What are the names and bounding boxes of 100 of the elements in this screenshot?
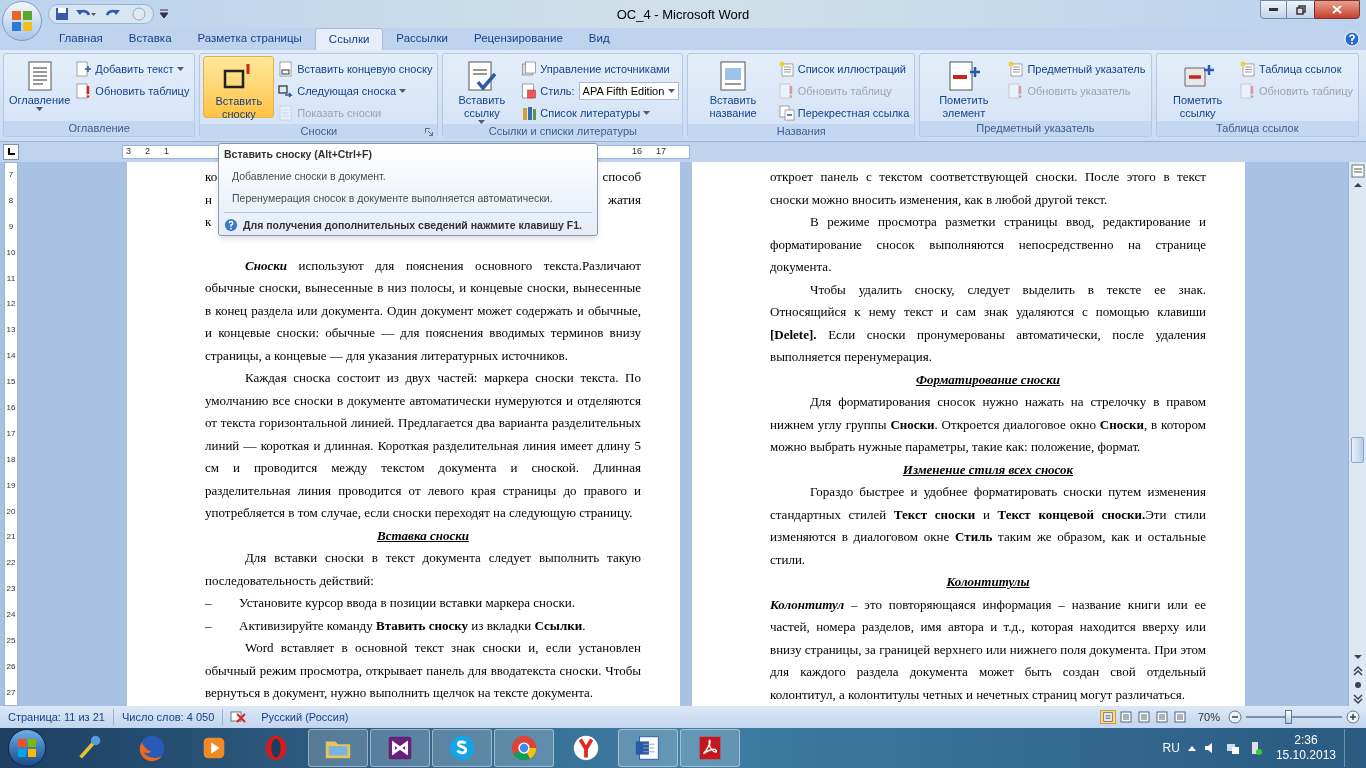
group-label: Сноски	[300, 124, 338, 140]
office-button[interactable]	[2, 1, 42, 41]
ruler-number: 3	[126, 145, 131, 159]
ribbon-tab[interactable]: Рецензирование	[461, 28, 576, 50]
y-shape-icon	[571, 733, 601, 763]
next-arrow-icon	[278, 83, 295, 99]
ribbon-button[interactable]: Следующая сноска	[276, 81, 409, 101]
ribbon-tab[interactable]: Главная	[46, 28, 116, 50]
word-count[interactable]: Число слов: 4 050	[113, 708, 224, 726]
group-label: Ссылки и списки литературы	[488, 124, 637, 140]
caret-icon	[643, 111, 651, 115]
ruler-number: 25	[6, 635, 16, 648]
style-dropdown[interactable]: APA Fifth Edition	[578, 82, 680, 100]
ribbon-button[interactable]: Стиль:	[519, 81, 577, 101]
view-mode-icon[interactable]	[1135, 710, 1152, 724]
ruler-number: 11	[6, 272, 16, 285]
view-mode-icon[interactable]	[1171, 710, 1188, 724]
paragraph: Для вставки сноски в текст документа следует выполнить такую последовательность действий:	[205, 549, 641, 590]
paragraph: В режиме просмотра разметки страницы ввод, редактирование и форматирование сносок выполняются непосредственно на странице документа.	[770, 213, 1206, 276]
taskbar-button[interactable]	[618, 729, 678, 767]
ruler-number: 13	[6, 324, 16, 337]
language-indicator[interactable]: Русский (Россия)	[253, 708, 357, 726]
ribbon-tab[interactable]: Вставка	[115, 28, 185, 50]
update-icon	[778, 83, 795, 99]
ruler-number: 7	[8, 169, 14, 181]
ribbon-button[interactable]: Список иллюстраций	[776, 59, 908, 79]
circle-segments-icon	[509, 733, 539, 763]
group-label: Таблица ссылок	[1215, 121, 1299, 137]
close-icon	[1332, 5, 1342, 14]
page-count[interactable]: Страница: 11 из 21	[0, 708, 114, 726]
ruler-number: 1	[164, 145, 170, 159]
paragraph: Колонтитул – это повторяющаяся информация – название книги или ее частей, номера разделов, имя автора и т.д., которая находится вверху или внизу страницы, за границей верхнего или нижнего поля документа. При этом для каждого раздела документа может быть создан свой отдельный колонтитул, а колонтитулы четных и нечетных страниц могут различаться.	[770, 595, 1206, 704]
tab-selector[interactable]	[3, 144, 19, 160]
tooltip-help-text: Для получения дополнительных сведений нажмите клавишу F1.	[243, 218, 582, 232]
tooltip-text: Добавление сноски в документ.	[232, 170, 387, 183]
save-icon[interactable]	[55, 7, 69, 21]
list-item-text: Установите курсор ввода в позиции вставки маркера сноски.	[239, 594, 576, 612]
ribbon-button[interactable]: Управление источниками	[519, 59, 672, 79]
close-button[interactable]	[1314, 0, 1360, 19]
list-dash: –	[205, 616, 213, 635]
restore-button[interactable]	[1287, 0, 1314, 19]
ribbon-large-button[interactable]: Пометить ссылку	[1159, 56, 1236, 118]
ribbon-button[interactable]: Добавить текст	[74, 59, 186, 79]
ribbon-large-button[interactable]: Пометить элемент	[923, 56, 1005, 118]
spelling-check-icon[interactable]	[229, 710, 248, 724]
paragraph: Каждая сноска состоит из двух частей: маркера сноски текста. По умолчанию все сноски в документе автоматически нумеруются и отделяются от текста горизонтальной линией. Предлагается два варианта разделительных линий — короткая и длинная. Короткая разделительная линия имеет длину 5 см и проводится между текстом документа и сноской. Длинная разделительная линия проводится от левого края страницы до правого и употребляется в том случае, если сноски переходят на следующую страницу.	[205, 369, 641, 522]
view-mode-icon[interactable]	[1153, 710, 1170, 724]
help-icon	[224, 218, 238, 232]
next-page-icon[interactable]	[1350, 692, 1365, 706]
globe-icon	[137, 733, 167, 763]
ribbon-button[interactable]: Вставить концевую сноску	[276, 59, 435, 79]
paragraph: Word вставляет в основной текст знак сноски и, если установлен обычный режим просмотра, открывает панель для вводатекста сноски. Чтобы вернуться в документ, нужно выполнить щелчок на тексте документа.	[205, 639, 641, 702]
paragraph: Чтобы удалить сноску, следует выделить в тексте ее знак. Относящийся к нему текст и сам знак удаляются с помощью клавиши [Delete]. Если сноски пронумерованы автоматически, после удаления выполняется перенумерация.	[770, 280, 1206, 366]
text-fragment: способ	[602, 168, 641, 186]
input-language[interactable]: RU	[1162, 739, 1180, 757]
zoom-slider-thumb[interactable]	[1285, 710, 1293, 724]
zoom-slider[interactable]	[1246, 710, 1342, 724]
view-mode-icon[interactable]	[1099, 710, 1116, 724]
taskbar-button[interactable]	[370, 729, 430, 767]
ribbon-large-button[interactable]: Вставить сноску	[203, 56, 275, 118]
scroll-thumb[interactable]	[1351, 437, 1364, 463]
ribbon-button[interactable]: Таблица ссылок	[1237, 59, 1344, 79]
ribbon-button[interactable]: Обновить таблицу	[74, 81, 192, 101]
customize-toolbar-icon[interactable]	[160, 9, 168, 19]
ribbon-tab[interactable]: Разметка страницы	[184, 28, 315, 50]
paragraph: Гораздо быстрее и удобнее форматировать сноски путем изменения стандартных стилей Текст сноски и Текст концевой сноски.Эти стили изменяются в диалоговом окне Стиль таким же образом, как и остальные стили.	[770, 483, 1206, 569]
dialog-launcher-icon[interactable]	[425, 128, 434, 136]
ribbon-tab[interactable]: Рассылки	[383, 28, 461, 50]
clock-time[interactable]: 2:36	[1294, 733, 1318, 748]
show-hidden-icons-icon[interactable]	[1187, 745, 1196, 751]
ribbon-button[interactable]: Список литературы	[519, 103, 653, 123]
zoom-in-icon[interactable]	[1346, 710, 1360, 724]
ribbon-tab[interactable]: Ссылки	[314, 28, 384, 50]
ruler-number: 16	[631, 145, 642, 159]
view-mode-icon[interactable]	[1117, 710, 1134, 724]
office-logo-icon	[11, 10, 33, 32]
start-button[interactable]	[8, 729, 46, 767]
ruler-toggle-icon[interactable]	[1350, 164, 1365, 178]
minimize-button[interactable]	[1260, 0, 1287, 19]
minimize-icon	[1269, 8, 1278, 11]
zoom-out-icon[interactable]	[1228, 710, 1242, 724]
ribbon-large-button[interactable]: Оглавление	[7, 56, 73, 118]
list-dash: –	[205, 594, 213, 612]
paragraph: откроет панель с текстом соответствующей сноски. После этого в текст сноски можно вносить изменения, как в любой другой текст.	[770, 168, 1206, 209]
ribbon-tab[interactable]: Вид	[575, 28, 623, 50]
update-icon	[1239, 83, 1256, 99]
ribbon-large-button[interactable]: Вставить ссылку	[446, 56, 518, 118]
ribbon-button[interactable]: Предметный указатель	[1006, 59, 1148, 79]
text-plus-icon	[76, 61, 93, 77]
text-fragment: жатия	[607, 190, 641, 209]
paragraph: Для форматирования сносок нужно нажать на стрелочку в правом нижнем углу группы Сноски. Откроется диалоговое окно Сноски, в котором можно выбрать нужные параметры, такие как: положение, формат.	[770, 393, 1206, 456]
section-heading: Форматирование сноски	[915, 370, 1061, 389]
zoom-level[interactable]: 70%	[1197, 708, 1220, 726]
clock-date[interactable]: 15.10.2013	[1275, 748, 1336, 763]
network-icon[interactable]	[1225, 741, 1240, 755]
ribbon-large-button[interactable]: Вставить название	[691, 56, 775, 118]
ribbon-button[interactable]: Перекрестная ссылка	[776, 103, 912, 123]
vertical-scrollbar[interactable]	[1348, 162, 1366, 706]
ruler-number: 9	[8, 220, 14, 233]
help-icon[interactable]	[1344, 31, 1360, 47]
